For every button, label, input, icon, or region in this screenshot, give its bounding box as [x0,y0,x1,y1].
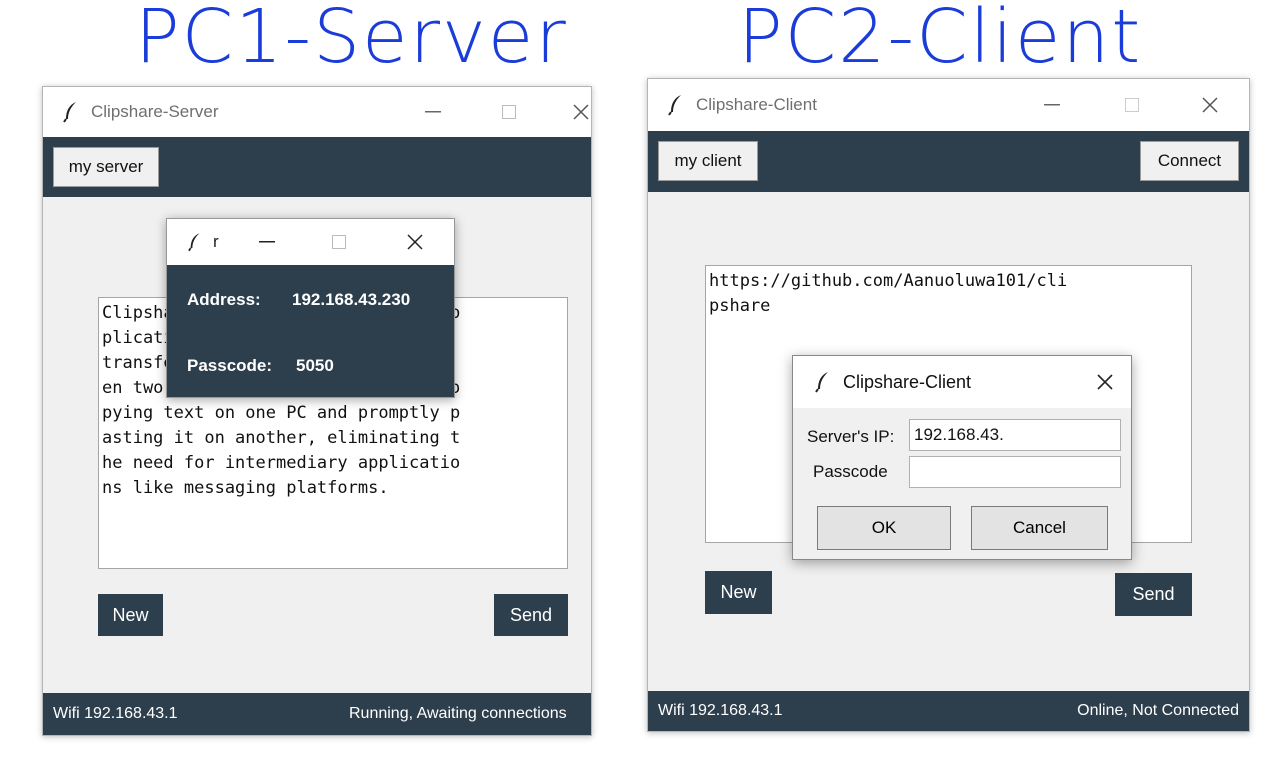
maximize-icon[interactable] [479,87,539,137]
server-window: Clipshare-Server my server Clipshare is … [42,86,592,736]
window-title: Clipshare-Client [696,95,817,114]
maximize-icon[interactable] [1102,79,1162,131]
send-button[interactable]: Send [1115,573,1192,616]
wifi-status: Wifi 192.168.43.1 [53,705,178,722]
my-client-button[interactable]: my client [658,141,758,181]
server-info-popup: r Address: 192.168.43.230 Passcode: 5050 [166,218,455,398]
annotation-pc1-server: PC1-Server [135,0,568,80]
ok-button[interactable]: OK [817,506,951,550]
minimize-icon[interactable] [1022,79,1082,131]
send-button[interactable]: Send [494,594,568,636]
wifi-status: Wifi 192.168.43.1 [658,702,783,719]
client-titlebar[interactable]: Clipshare-Client [648,79,1249,131]
server-ip-input[interactable] [909,419,1121,451]
server-ip-label: Server's IP: [807,427,895,446]
close-icon[interactable] [1180,79,1240,131]
my-server-button[interactable]: my server [53,147,159,187]
dialog-title: Clipshare-Client [843,371,972,392]
client-toolbar: my client Connect [648,131,1249,192]
annotation-pc2-client: PC2-Client [738,0,1143,80]
client-statusbar: Wifi 192.168.43.1 Online, Not Connected [648,691,1249,731]
close-icon[interactable] [385,219,445,265]
address-value: 192.168.43.230 [292,290,411,309]
client-state: Online, Not Connected [1077,702,1239,719]
dialog-titlebar[interactable]: Clipshare-Client [793,356,1131,408]
minimize-icon[interactable] [403,87,463,137]
passcode-label: Passcode: [187,356,273,375]
window-title: Clipshare-Server [91,102,219,121]
popup-titlebar[interactable]: r [167,219,454,265]
minimize-icon[interactable] [237,219,297,265]
close-icon[interactable] [551,87,591,137]
popup-title: r [213,232,219,251]
server-toolbar: my server [43,137,591,197]
passcode-input[interactable] [909,456,1121,488]
server-titlebar[interactable]: Clipshare-Server [43,87,591,137]
new-button[interactable]: New [98,594,163,636]
passcode-value: 5050 [296,356,334,375]
close-icon[interactable] [1097,374,1113,395]
server-state: Running, Awaiting connections [349,705,567,722]
new-button[interactable]: New [705,571,772,614]
server-statusbar: Wifi 192.168.43.1 Running, Awaiting conn… [43,693,591,735]
address-label: Address: [187,290,261,309]
feather-icon [813,372,833,393]
feather-icon [185,232,205,252]
connect-button[interactable]: Connect [1140,141,1239,181]
feather-icon [61,102,81,123]
cancel-button[interactable]: Cancel [971,506,1108,550]
popup-body: Address: 192.168.43.230 Passcode: 5050 [167,265,454,397]
maximize-icon[interactable] [309,219,369,265]
feather-icon [666,95,686,116]
passcode-label: Passcode [813,462,888,481]
connect-dialog: Clipshare-Client Server's IP: Passcode O… [792,355,1132,560]
